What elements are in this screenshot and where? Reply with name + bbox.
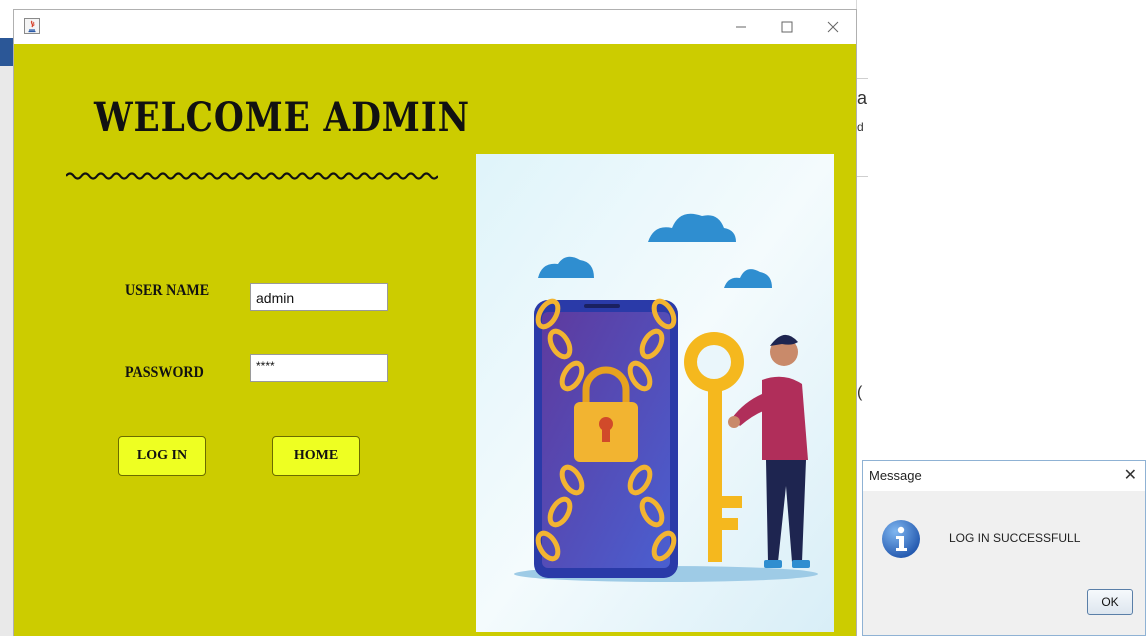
maximize-icon xyxy=(781,21,793,33)
minimize-button[interactable] xyxy=(718,10,764,44)
dialog-title-bar[interactable]: Message ✕ xyxy=(863,461,1145,491)
dialog-close-icon[interactable]: ✕ xyxy=(1124,465,1137,485)
dialog-message: LOG IN SUCCESSFULL xyxy=(949,531,1081,545)
password-label: PASSWORD xyxy=(125,364,204,381)
background-text-fragment: ( xyxy=(857,384,863,401)
java-icon xyxy=(24,18,40,34)
home-button[interactable]: HOME xyxy=(272,436,360,476)
info-icon xyxy=(882,520,920,558)
login-button[interactable]: LOG IN xyxy=(118,436,206,476)
decorative-squiggle xyxy=(66,172,438,180)
background-divider xyxy=(856,176,868,177)
close-icon xyxy=(827,21,839,33)
title-bar[interactable] xyxy=(14,10,856,44)
dialog-title: Message xyxy=(869,468,922,483)
message-dialog: Message ✕ LOG IN SUCCESSFULL OK xyxy=(862,460,1146,636)
username-field[interactable]: admin xyxy=(250,283,388,311)
background-divider xyxy=(856,78,868,79)
security-illustration xyxy=(476,154,834,632)
background-text-fragment: d xyxy=(857,120,864,134)
close-button[interactable] xyxy=(810,10,856,44)
password-field[interactable]: **** xyxy=(250,354,388,382)
ok-button[interactable]: OK xyxy=(1087,589,1133,615)
background-window-edge xyxy=(0,66,14,636)
background-window-strip xyxy=(0,38,14,66)
admin-login-window: WELCOME ADMIN USER NAME admin PASSWORD *… xyxy=(14,10,856,636)
minimize-icon xyxy=(736,26,746,28)
background-text-fragment: a xyxy=(857,88,868,108)
maximize-button[interactable] xyxy=(764,10,810,44)
page-title: WELCOME ADMIN xyxy=(94,94,470,141)
username-label: USER NAME xyxy=(125,282,210,299)
